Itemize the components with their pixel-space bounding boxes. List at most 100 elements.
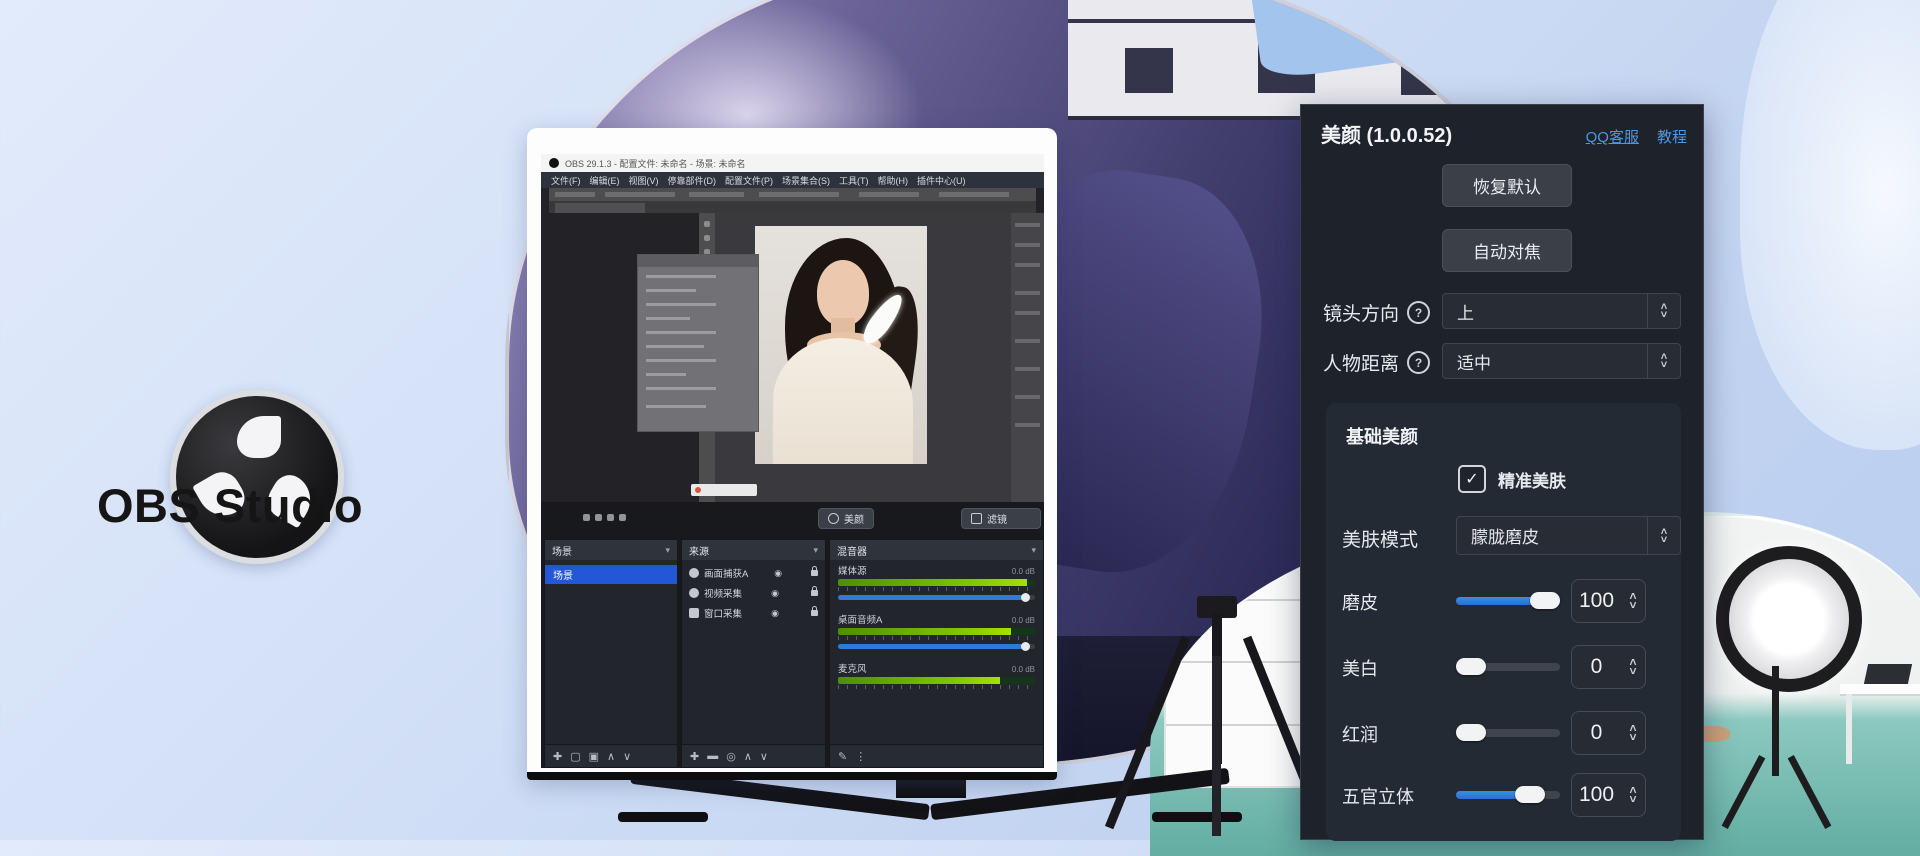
captured-app-options-bar <box>549 188 1036 201</box>
ring-light-stand <box>1772 666 1779 776</box>
move-source-down-button[interactable]: ∨ <box>760 750 768 763</box>
help-icon[interactable]: ? <box>1407 351 1430 374</box>
mixer-channel: 麦克风0.0 dB <box>838 661 1035 689</box>
menu-help[interactable]: 帮助(H) <box>878 174 909 187</box>
obs-titlebar[interactable]: OBS 29.1.3 - 配置文件: 未命名 - 场景: 未命名 <box>541 154 1044 172</box>
stepper-icon[interactable]: ˄˅ <box>1621 724 1645 742</box>
ring-light-leg <box>1722 755 1766 829</box>
rosy-slider[interactable] <box>1456 729 1560 737</box>
help-icon[interactable]: ? <box>1407 301 1430 324</box>
visibility-eye-icon[interactable]: ◉ <box>774 568 803 579</box>
stepper-icon[interactable]: ˄˅ <box>1621 658 1645 676</box>
mixer-dock: 混音器 ▾ 媒体源0.0 dB 桌面音频A0.0 dB <box>829 539 1044 768</box>
floating-settings-panel <box>637 254 759 432</box>
menu-view[interactable]: 视图(V) <box>629 174 659 187</box>
lock-icon[interactable] <box>811 610 818 616</box>
whitening-slider[interactable] <box>1456 663 1560 671</box>
volume-slider[interactable] <box>838 595 1035 600</box>
mixer-edit-button[interactable]: ✎ <box>838 750 847 763</box>
whitening-value-box[interactable]: 0 ˄˅ <box>1571 645 1646 689</box>
stepper-icon[interactable]: ˄˅ <box>1621 592 1645 610</box>
menu-file[interactable]: 文件(F) <box>551 174 581 187</box>
precise-skin-label: 精准美肤 <box>1498 467 1566 492</box>
menu-tools[interactable]: 工具(T) <box>839 174 869 187</box>
collapse-icon[interactable]: ▾ <box>1031 545 1036 556</box>
portrait-photo <box>755 226 927 464</box>
smoothing-slider-row: 磨皮 100 ˄˅ <box>1326 579 1681 623</box>
source-properties-button[interactable]: ◎ <box>726 750 736 763</box>
remove-source-button[interactable]: ▬ <box>707 750 718 762</box>
select-spinner-icon[interactable]: ˄˅ <box>1647 294 1680 328</box>
monitor-bottom-edge <box>527 772 1057 780</box>
mixer-menu-button[interactable]: ⋮ <box>855 750 866 763</box>
move-scene-down-button[interactable]: ∨ <box>623 750 631 763</box>
autofocus-button[interactable]: 自动对焦 <box>1442 229 1572 272</box>
source-item[interactable]: 窗口采集 ◉ <box>682 604 825 622</box>
face-3d-slider-row: 五官立体 100 ˄˅ <box>1326 773 1681 817</box>
source-item[interactable]: 视频采集 ◉ <box>682 584 825 602</box>
skin-mode-label: 美肤模式 <box>1342 525 1418 552</box>
remove-scene-button[interactable]: ▢ <box>570 750 580 763</box>
sources-dock-title: 来源 <box>689 543 709 558</box>
obs-menubar: 文件(F) 编辑(E) 视图(V) 停靠部件(D) 配置文件(P) 场景集合(S… <box>541 172 1044 188</box>
precise-skin-row: ✓ 精准美肤 <box>1458 465 1566 493</box>
db-label: 0.0 dB <box>1012 665 1035 674</box>
stepper-icon[interactable]: ˄˅ <box>1621 786 1645 804</box>
preview-footer-bar: 美颜 滤镜 <box>541 502 1044 536</box>
select-spinner-icon[interactable]: ˄˅ <box>1647 517 1680 554</box>
obs-preview <box>541 188 1044 502</box>
captured-app-side-panels <box>1011 213 1044 502</box>
tutorial-link[interactable]: 教程 <box>1657 126 1687 147</box>
smoothing-value-box[interactable]: 100 ˄˅ <box>1571 579 1646 623</box>
menu-edit[interactable]: 编辑(E) <box>590 174 620 187</box>
qq-support-link[interactable]: QQ客服 <box>1586 126 1639 147</box>
add-scene-button[interactable]: ✚ <box>553 750 562 763</box>
check-icon: ✓ <box>1465 469 1478 489</box>
collapse-icon[interactable]: ▾ <box>813 545 818 556</box>
menu-docks[interactable]: 停靠部件(D) <box>668 174 717 187</box>
menu-plugin-center[interactable]: 插件中心(U) <box>917 174 966 187</box>
duplicate-scene-button[interactable]: ▣ <box>589 750 599 763</box>
person-distance-select[interactable]: 适中 ˄˅ <box>1442 343 1681 379</box>
lock-icon[interactable] <box>811 570 818 576</box>
add-source-button[interactable]: ✚ <box>690 750 699 763</box>
collapse-icon[interactable]: ▾ <box>665 545 670 556</box>
preview-mini-icons[interactable] <box>583 514 626 521</box>
beauty-chip-button[interactable]: 美颜 <box>818 508 874 529</box>
scene-item-selected[interactable]: 场景 <box>545 565 677 584</box>
video-source-icon <box>689 588 699 598</box>
basic-beauty-title: 基础美颜 <box>1346 423 1418 449</box>
volume-slider[interactable] <box>838 644 1035 649</box>
move-scene-up-button[interactable]: ∧ <box>607 750 615 763</box>
select-spinner-icon[interactable]: ˄˅ <box>1647 344 1680 378</box>
slider-handle[interactable] <box>1456 658 1486 675</box>
visibility-eye-icon[interactable]: ◉ <box>771 608 803 619</box>
rosy-slider-row: 红润 0 ˄˅ <box>1326 711 1681 755</box>
visibility-eye-icon[interactable]: ◉ <box>771 588 803 599</box>
slider-handle[interactable] <box>1515 786 1545 803</box>
rosy-value-box[interactable]: 0 ˄˅ <box>1571 711 1646 755</box>
lock-icon[interactable] <box>811 590 818 596</box>
obs-window: OBS 29.1.3 - 配置文件: 未命名 - 场景: 未命名 文件(F) 编… <box>541 154 1044 768</box>
precise-skin-checkbox[interactable]: ✓ <box>1458 465 1486 493</box>
obs-logo <box>170 390 344 564</box>
filter-chip-button[interactable]: 滤镜 <box>961 508 1041 529</box>
obs-wordmark: OBS Studio <box>60 478 400 533</box>
menu-scene-collection[interactable]: 场景集合(S) <box>782 174 830 187</box>
slider-handle[interactable] <box>1530 592 1560 609</box>
restore-defaults-button[interactable]: 恢复默认 <box>1442 164 1572 207</box>
smoothing-slider[interactable] <box>1456 597 1560 605</box>
menu-profile[interactable]: 配置文件(P) <box>725 174 773 187</box>
source-item[interactable]: 画面捕获A ◉ <box>682 564 825 582</box>
capture-source-icon <box>689 568 699 578</box>
face-3d-slider[interactable] <box>1456 791 1560 799</box>
scenes-dock-title: 场景 <box>552 543 572 558</box>
face-3d-value-box[interactable]: 100 ˄˅ <box>1571 773 1646 817</box>
ring-light <box>1716 546 1862 692</box>
move-source-up-button[interactable]: ∧ <box>744 750 752 763</box>
sources-toolbar: ✚ ▬ ◎ ∧ ∨ <box>682 744 825 767</box>
slider-handle[interactable] <box>1456 724 1486 741</box>
beauty-plugin-panel: 美颜 (1.0.0.52) QQ客服 教程 恢复默认 自动对焦 镜头方向 ? 上… <box>1300 104 1704 840</box>
camera-direction-select[interactable]: 上 ˄˅ <box>1442 293 1681 329</box>
skin-mode-select[interactable]: 朦胧磨皮 ˄˅ <box>1456 516 1681 555</box>
